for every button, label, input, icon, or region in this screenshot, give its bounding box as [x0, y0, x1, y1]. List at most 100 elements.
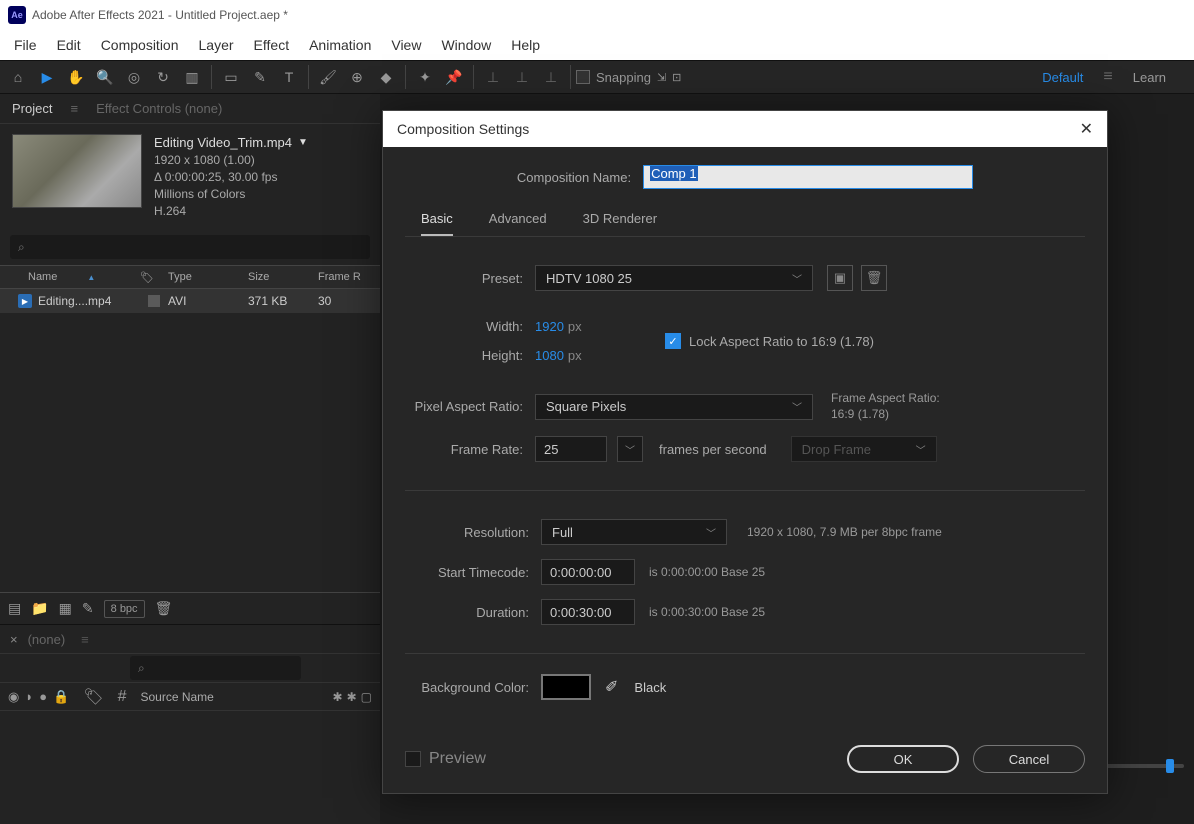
ok-button[interactable]: OK	[847, 745, 959, 773]
eraser-tool[interactable]: ◆	[372, 63, 400, 91]
resolution-dropdown[interactable]: Full ﹀	[541, 519, 727, 545]
row-tag	[140, 295, 168, 307]
dialog-titlebar[interactable]: Composition Settings ✕	[383, 111, 1107, 147]
new-folder-icon[interactable]: 📁	[31, 600, 48, 617]
eyedropper-icon[interactable]: ✐	[605, 677, 618, 697]
bpc-indicator[interactable]: 8 bpc	[104, 600, 145, 618]
column-source-name[interactable]: Source Name	[140, 690, 213, 704]
workspace-menu-icon[interactable]: ≡	[1103, 68, 1112, 86]
delete-preset-icon[interactable]: 🗑	[861, 265, 887, 291]
menu-view[interactable]: View	[381, 33, 431, 57]
table-row[interactable]: ▶Editing....mp4 AVI 371 KB 30	[0, 289, 380, 313]
width-value[interactable]: 1920	[535, 319, 564, 334]
save-preset-icon[interactable]: ▣	[827, 265, 853, 291]
switches-icon[interactable]: ▢	[361, 690, 372, 704]
menu-help[interactable]: Help	[501, 33, 550, 57]
menu-window[interactable]: Window	[431, 33, 501, 57]
project-search-input[interactable]	[10, 235, 370, 259]
bg-color-swatch[interactable]	[541, 674, 591, 700]
snapping-checkbox[interactable]	[576, 70, 590, 84]
label-icon[interactable]: 🏷	[83, 687, 103, 707]
column-tag[interactable]: 🏷	[140, 271, 168, 284]
duration-input[interactable]: 0:00:30:00	[541, 599, 635, 625]
workspace-default[interactable]: Default	[1034, 66, 1091, 89]
trash-icon[interactable]: 🗑	[155, 600, 173, 617]
timeline-search-input[interactable]	[130, 656, 301, 680]
switches-icon[interactable]: ✱	[347, 690, 357, 704]
menu-layer[interactable]: Layer	[189, 33, 244, 57]
project-tab[interactable]: Project	[12, 101, 52, 116]
rotate-tool[interactable]: ↻	[149, 63, 177, 91]
solo-toggle-icon[interactable]: ●	[39, 689, 47, 705]
search-row	[0, 229, 380, 265]
menu-bar: File Edit Composition Layer Effect Anima…	[0, 30, 1194, 60]
tab-basic[interactable]: Basic	[421, 211, 453, 236]
lock-aspect-toggle[interactable]: ✓ Lock Aspect Ratio to 16:9 (1.78)	[665, 333, 874, 349]
snapping-toggle[interactable]: Snapping ⇲ ⊡	[576, 70, 681, 85]
switches-icon[interactable]: ✱	[333, 690, 343, 704]
axis-tool-2[interactable]: ⊥	[508, 63, 536, 91]
zoom-tool[interactable]: 🔍	[91, 63, 119, 91]
tag-color-icon[interactable]	[148, 295, 160, 307]
par-label: Pixel Aspect Ratio:	[405, 399, 535, 414]
selection-tool[interactable]: ▶	[33, 63, 61, 91]
pen-tool[interactable]: ✎	[246, 63, 274, 91]
asset-thumbnail[interactable]	[12, 134, 142, 208]
puppet-tool[interactable]: 📌	[440, 63, 468, 91]
comp-name-input[interactable]: Comp 1	[643, 165, 973, 189]
menu-edit[interactable]: Edit	[47, 33, 91, 57]
column-size[interactable]: Size	[248, 271, 318, 283]
orbit-tool[interactable]: ◎	[120, 63, 148, 91]
slider-handle[interactable]	[1166, 759, 1174, 773]
menu-effect[interactable]: Effect	[244, 33, 300, 57]
framerate-dropdown-icon[interactable]: ﹀	[617, 436, 643, 462]
column-type[interactable]: Type	[168, 271, 248, 283]
workspace-learn[interactable]: Learn	[1125, 66, 1174, 89]
column-name[interactable]: Name▲	[0, 271, 140, 283]
axis-tool-3[interactable]: ⊥	[537, 63, 565, 91]
lock-aspect-checkbox[interactable]: ✓	[665, 333, 681, 349]
lock-toggle-icon[interactable]: 🔒	[53, 689, 69, 705]
tab-3d-renderer[interactable]: 3D Renderer	[583, 211, 657, 236]
height-value[interactable]: 1080	[535, 348, 564, 363]
dialog-close-icon[interactable]: ✕	[1080, 119, 1093, 139]
width-label: Width:	[405, 319, 535, 334]
video-toggle-icon[interactable]: ◉	[8, 689, 19, 705]
menu-animation[interactable]: Animation	[299, 33, 381, 57]
axis-tool[interactable]: ⊥	[479, 63, 507, 91]
brush-tool[interactable]: 🖌	[314, 63, 342, 91]
text-tool[interactable]: T	[275, 63, 303, 91]
preview-checkbox[interactable]	[405, 751, 421, 767]
framerate-input[interactable]: 25	[535, 436, 607, 462]
framerate-units: frames per second	[659, 442, 767, 457]
column-frame-rate[interactable]: Frame R	[318, 271, 368, 283]
roto-tool[interactable]: ✦	[411, 63, 439, 91]
composition-settings-dialog: Composition Settings ✕ Composition Name:…	[382, 110, 1108, 794]
cancel-button[interactable]: Cancel	[973, 745, 1085, 773]
audio-toggle-icon[interactable]: ◗	[25, 689, 33, 705]
preset-dropdown[interactable]: HDTV 1080 25 ﹀	[535, 265, 813, 291]
project-settings-icon[interactable]: ✎	[82, 600, 94, 617]
asset-info: Editing Video_Trim.mp4 ▼ 1920 x 1080 (1.…	[0, 124, 380, 229]
new-comp-icon[interactable]: ▦	[59, 600, 72, 617]
menu-file[interactable]: File	[4, 33, 47, 57]
start-timecode-input[interactable]: 0:00:00:00	[541, 559, 635, 585]
preview-toggle[interactable]: Preview	[405, 750, 486, 768]
effect-controls-tab[interactable]: Effect Controls (none)	[96, 101, 222, 116]
timeline-tab-menu-icon[interactable]: ≡	[81, 632, 89, 647]
timeline-close-icon[interactable]: ×	[10, 632, 18, 647]
drop-frame-dropdown: Drop Frame﹀	[791, 436, 937, 462]
hand-tool[interactable]: ✋	[62, 63, 90, 91]
timeline-tab[interactable]: × (none) ≡	[0, 625, 380, 653]
chevron-down-icon: ﹀	[792, 271, 802, 286]
toolbar-separator	[473, 65, 474, 89]
par-dropdown[interactable]: Square Pixels ﹀	[535, 394, 813, 420]
interpret-icon[interactable]: ▤	[8, 600, 21, 617]
project-tab-menu-icon[interactable]: ≡	[70, 101, 78, 116]
camera-tool[interactable]: ▥	[178, 63, 206, 91]
clone-tool[interactable]: ⊕	[343, 63, 371, 91]
tab-advanced[interactable]: Advanced	[489, 211, 547, 236]
rect-tool[interactable]: ▭	[217, 63, 245, 91]
menu-composition[interactable]: Composition	[91, 33, 189, 57]
home-tool[interactable]: ⌂	[4, 63, 32, 91]
